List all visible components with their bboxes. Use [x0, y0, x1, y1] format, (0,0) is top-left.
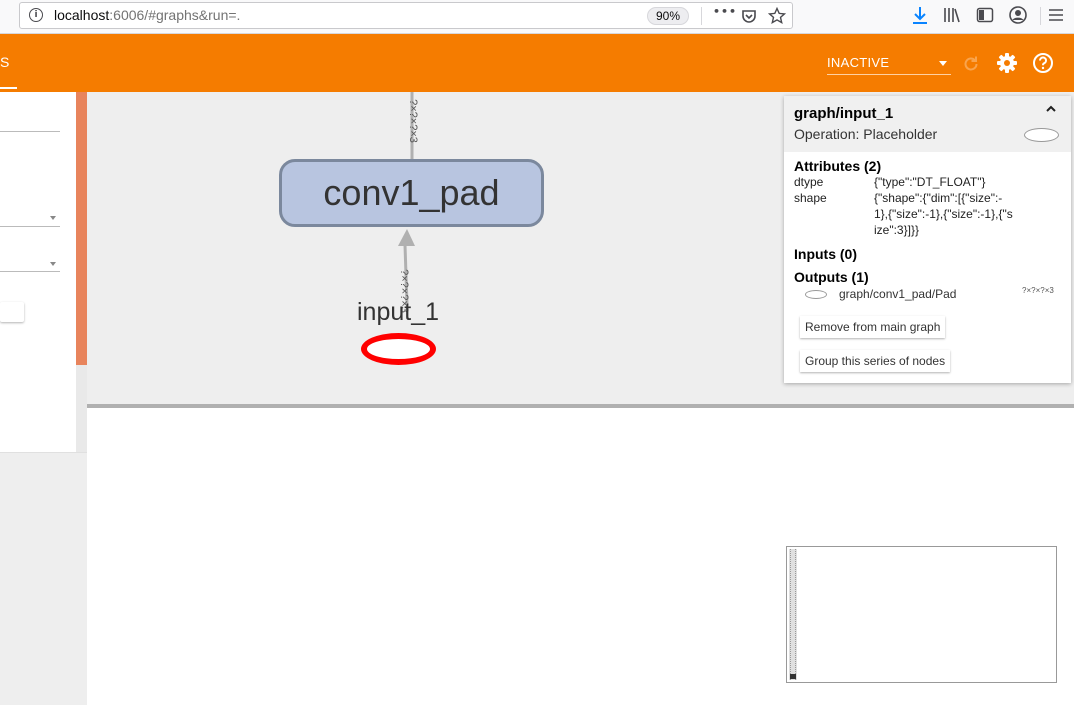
sidebar-select-2[interactable] — [0, 271, 60, 272]
node-title: graph/input_1 — [794, 105, 894, 122]
graph-minimap[interactable] — [786, 546, 1057, 683]
sidebar-scrollbar[interactable] — [76, 92, 87, 365]
pocket-icon[interactable] — [741, 8, 757, 24]
run-status-select[interactable]: INACTIVE — [827, 53, 951, 75]
graph-node-input-1[interactable] — [361, 333, 436, 365]
url-text[interactable]: localhost:6006/#graphs&run=. — [54, 7, 240, 23]
op-node-icon — [805, 290, 827, 299]
minimap-viewport[interactable] — [790, 549, 796, 680]
sidebar-panel — [0, 92, 76, 452]
dropdown-arrow-icon — [939, 61, 947, 66]
sidebar-lower-panel — [0, 452, 87, 705]
node-info-card: graph/input_1 Operation: Placeholder Att… — [784, 96, 1071, 383]
minimap-node-marker — [790, 674, 796, 679]
edge-label-top: ?×?×?×3 — [407, 99, 419, 143]
active-tab-indicator — [0, 87, 17, 89]
bookmark-star-icon[interactable] — [768, 7, 786, 25]
placeholder-shape-icon — [1024, 128, 1059, 142]
sidebar-input-underline[interactable] — [0, 131, 60, 132]
url-path: :6006/#graphs&run=. — [109, 7, 241, 23]
group-series-button[interactable]: Group this series of nodes — [800, 350, 951, 372]
sidebar-button[interactable] — [0, 302, 24, 322]
account-icon[interactable] — [1008, 5, 1028, 25]
dropdown-arrow-icon — [50, 262, 56, 266]
address-bar[interactable]: i localhost:6006/#graphs&run=. 90% ••• — [19, 2, 793, 29]
url-host: localhost — [54, 7, 110, 23]
run-status-value: INACTIVE — [827, 55, 890, 70]
graph-node-conv1-pad[interactable]: conv1_pad — [279, 159, 544, 227]
sidebar-divider — [76, 365, 87, 452]
attribute-key: dtype — [794, 175, 824, 189]
outputs-heading: Outputs (1) — [794, 269, 869, 285]
zoom-badge[interactable]: 90% — [647, 7, 689, 25]
browser-toolbar: i localhost:6006/#graphs&run=. 90% ••• — [0, 0, 1074, 34]
tab-graphs[interactable]: S — [0, 54, 9, 70]
downloads-icon[interactable] — [911, 6, 929, 26]
collapse-chevron-icon[interactable] — [1044, 104, 1058, 114]
toolbar-divider — [701, 7, 702, 25]
menu-icon[interactable] — [1048, 8, 1064, 22]
node-operation: Operation: Placeholder — [794, 126, 938, 142]
help-icon[interactable] — [1032, 52, 1054, 74]
output-node-link[interactable]: graph/conv1_pad/Pad — [839, 287, 956, 301]
settings-gear-icon[interactable] — [996, 52, 1018, 74]
remove-from-main-graph-button[interactable]: Remove from main graph — [800, 316, 946, 338]
toolbar-divider — [1040, 7, 1041, 25]
dropdown-arrow-icon — [50, 216, 56, 220]
graph-node-input-label: input_1 — [356, 298, 440, 326]
info-card-header: graph/input_1 Operation: Placeholder — [784, 96, 1071, 152]
attributes-heading: Attributes (2) — [794, 158, 882, 174]
app-header: S INACTIVE — [0, 34, 1074, 92]
output-shape: ?×?×?×3 — [1022, 286, 1054, 295]
inputs-heading: Inputs (0) — [794, 246, 857, 262]
reload-icon[interactable] — [961, 54, 981, 74]
library-icon[interactable] — [943, 6, 961, 24]
page-actions-icon[interactable]: ••• — [713, 5, 737, 18]
attribute-value: {"type":"DT_FLOAT"} — [874, 175, 986, 189]
sidebar-toggle-icon[interactable] — [976, 6, 994, 24]
canvas-divider — [87, 404, 1074, 408]
sidebar-select-1[interactable] — [0, 226, 60, 227]
attribute-value: {"shape":{"dim":[{"size":-1},{"size":-1}… — [874, 191, 1013, 237]
site-info-icon[interactable]: i — [29, 8, 43, 22]
attribute-key: shape — [794, 191, 827, 205]
